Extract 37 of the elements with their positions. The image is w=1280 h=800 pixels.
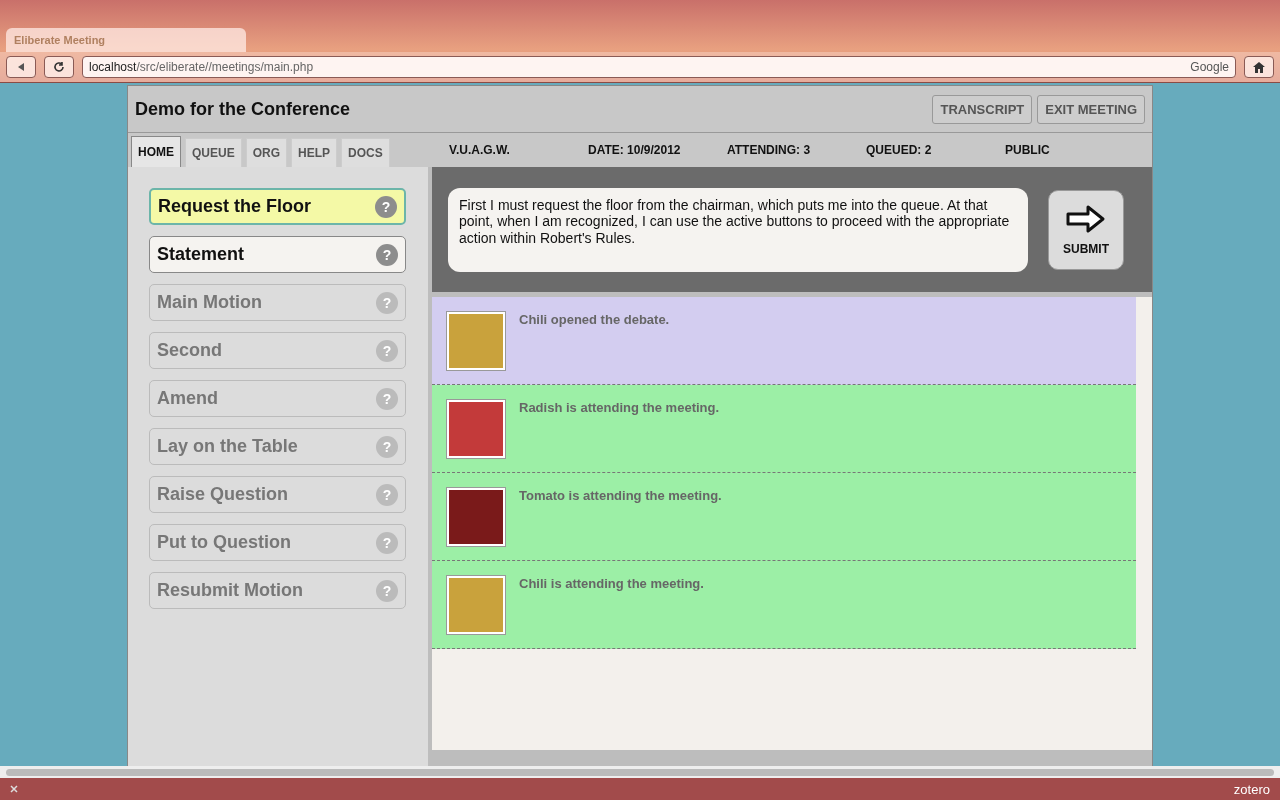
- help-icon[interactable]: ?: [375, 195, 397, 218]
- header-button[interactable]: TRANSCRIPT: [932, 94, 1033, 124]
- photo-placeholder: [447, 312, 505, 370]
- photo-placeholder: [447, 576, 505, 634]
- horizontal-scrollbar[interactable]: [0, 766, 1280, 778]
- submit-button[interactable]: SUBMIT: [1048, 189, 1124, 270]
- meeting-info: PUBLIC: [1005, 143, 1051, 157]
- meeting-info: DATE: 10/9/2012: [588, 143, 682, 157]
- nav-tab[interactable]: HELP: [291, 138, 338, 167]
- meeting-info: ATTENDING: 3: [727, 143, 812, 157]
- help-icon[interactable]: ?: [376, 243, 398, 266]
- meeting-info: V.U.A.G.W.: [449, 143, 511, 157]
- address-field[interactable]: localhost/src/eliberate//meetings/main.php Google: [82, 56, 1236, 78]
- browser-tab[interactable]: Eliberate Meeting: [6, 28, 246, 52]
- photo-placeholder: [447, 400, 505, 458]
- feed-text: Tomato is attending the meeting.: [519, 488, 722, 505]
- nav-tab[interactable]: DOCS: [341, 138, 390, 167]
- search-engine-label: Google: [1190, 60, 1229, 74]
- reload-icon[interactable]: [53, 61, 65, 73]
- meeting-info: QUEUED: 2: [866, 143, 933, 157]
- home-icon[interactable]: [1253, 61, 1265, 73]
- message-box[interactable]: First I must request the floor from the chairman, which puts me into the queue. At that point, when I am recognized, I can use the active buttons to proceed with the appropriate action within Robert's Rules.: [448, 187, 1028, 272]
- feed-text: Radish is attending the meeting.: [519, 400, 720, 417]
- header-button[interactable]: EXIT MEETING: [1037, 94, 1145, 124]
- photo-placeholder: [447, 488, 505, 546]
- action-button[interactable]: Statement ?: [149, 236, 406, 273]
- nav-tab[interactable]: QUEUE: [185, 138, 242, 167]
- feed-text: Chili opened the debate.: [519, 312, 670, 329]
- action-button[interactable]: Request the Floor ?: [149, 188, 406, 225]
- feed-text: Chili is attending the meeting.: [519, 576, 704, 593]
- arrow-right-icon: [1066, 203, 1106, 234]
- meeting-title: Demo for the Conference: [135, 98, 351, 120]
- close-icon[interactable]: [10, 785, 18, 793]
- nav-tab[interactable]: HOME: [131, 136, 181, 167]
- addon-label[interactable]: zotero: [1233, 781, 1270, 797]
- nav-tab[interactable]: ORG: [245, 138, 288, 167]
- back-icon[interactable]: [16, 62, 26, 72]
